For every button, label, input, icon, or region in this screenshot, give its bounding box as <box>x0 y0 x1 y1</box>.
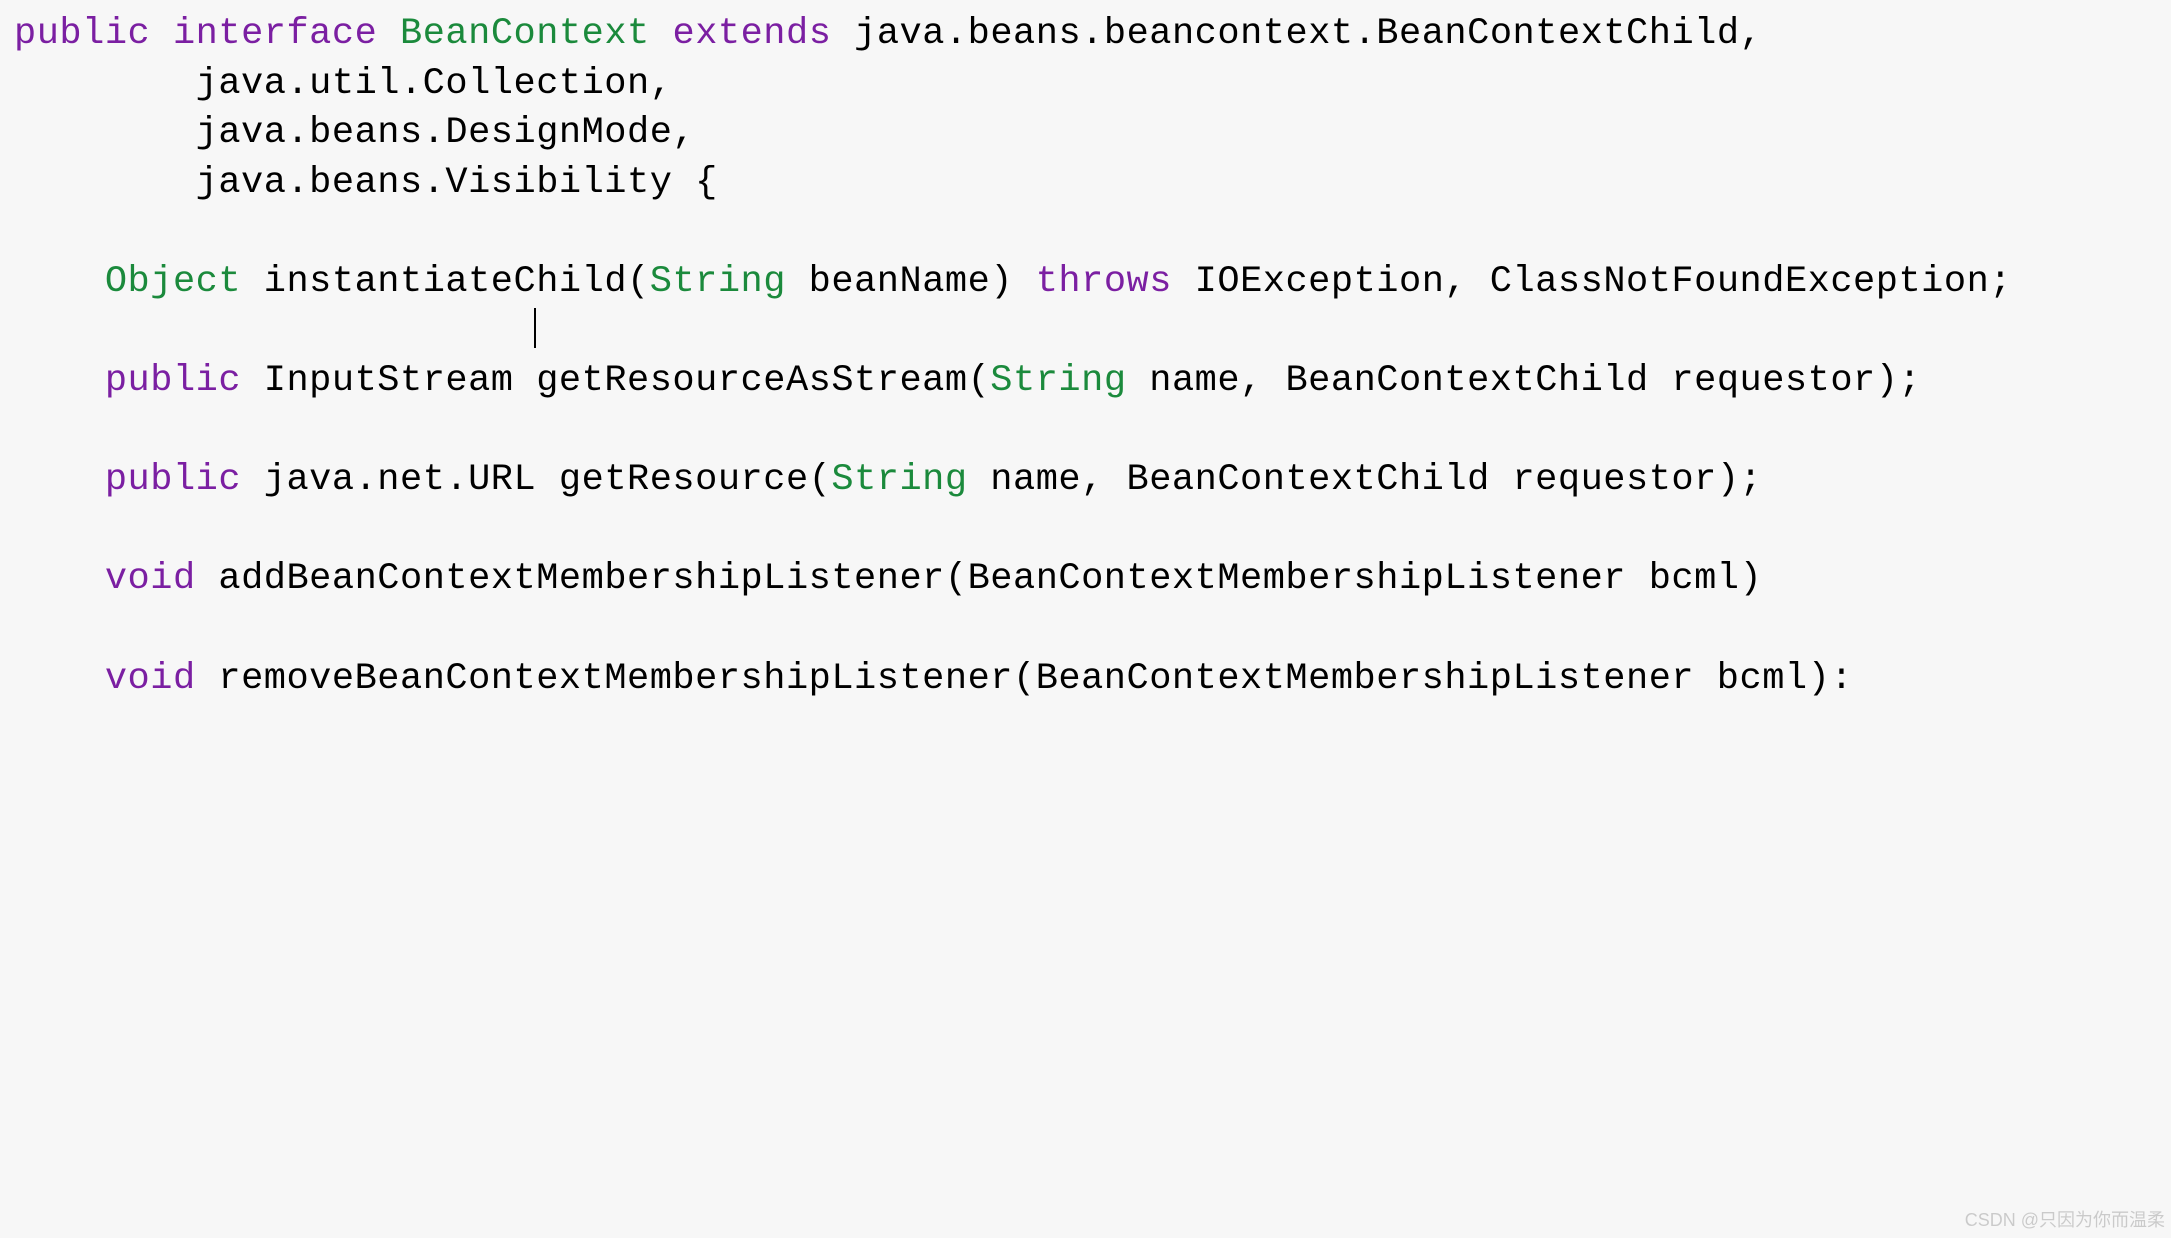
code-token: beanName) <box>786 261 1036 303</box>
code-token <box>650 13 673 55</box>
code-token: java.util.Collection, <box>14 63 672 105</box>
code-token: java.beans.DesignMode, <box>14 112 695 154</box>
keyword-token: public <box>105 360 241 402</box>
keyword-token: public <box>14 13 150 55</box>
code-token: IOException, ClassNotFoundException; <box>1172 261 2012 303</box>
keyword-token: throws <box>1036 261 1172 303</box>
keyword-token: public <box>105 459 241 501</box>
code-token <box>14 558 105 600</box>
keyword-token: void <box>105 558 196 600</box>
keyword-token: void <box>105 658 196 700</box>
code-token <box>14 658 105 700</box>
code-token: instantiateChild( <box>241 261 650 303</box>
type-token: BeanContext <box>400 13 650 55</box>
code-token: removeBeanContextMembershipListener(Bean… <box>196 658 1853 700</box>
code-token <box>150 13 173 55</box>
keyword-token: extends <box>672 13 831 55</box>
text-cursor <box>534 308 536 348</box>
code-token: name, BeanContextChild requestor); <box>968 459 1763 501</box>
code-token: java.beans.beancontext.BeanContextChild, <box>831 13 1762 55</box>
watermark-text: CSDN @只因为你而温柔 <box>1965 1206 2165 1232</box>
keyword-token: interface <box>173 13 377 55</box>
code-token: name, BeanContextChild requestor); <box>1127 360 1922 402</box>
java-source-code: public interface BeanContext extends jav… <box>0 0 2171 714</box>
type-token: String <box>831 459 967 501</box>
type-token: String <box>650 261 786 303</box>
code-token: InputStream getResourceAsStream( <box>241 360 990 402</box>
code-token <box>377 13 400 55</box>
code-token: addBeanContextMembershipListener(BeanCon… <box>196 558 1763 600</box>
code-token: java.net.URL getResource( <box>241 459 831 501</box>
code-token <box>14 459 105 501</box>
code-token: java.beans.Visibility { <box>14 162 718 204</box>
type-token: String <box>990 360 1126 402</box>
code-token <box>14 360 105 402</box>
type-token: Object <box>105 261 241 303</box>
code-token <box>14 261 105 303</box>
